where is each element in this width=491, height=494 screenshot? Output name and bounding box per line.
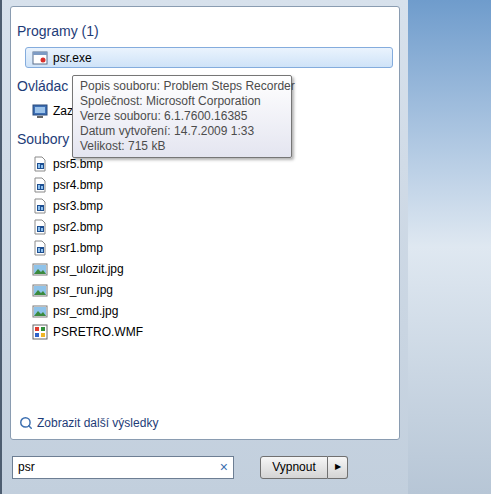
image-file-icon (32, 282, 48, 298)
shutdown-options-button[interactable]: ▶ (328, 456, 348, 479)
search-box[interactable]: psr× (12, 456, 234, 479)
more-results-link[interactable]: Zobrazit další výsledky (17, 413, 393, 433)
tooltip-line: Datum vytvoření: 14.7.2009 1:33 (80, 124, 284, 139)
shutdown-button[interactable]: Vypnout (260, 456, 328, 479)
result-item[interactable]: psr4.bmp (25, 174, 393, 195)
result-item[interactable]: psr_cmd.jpg (25, 300, 393, 321)
section-header: Programy (1) (17, 21, 393, 41)
clear-button[interactable]: × (220, 460, 228, 474)
tooltip-line: Společnost: Microsoft Corporation (80, 94, 284, 109)
file-tooltip: Popis souboru: Problem Steps RecorderSpo… (72, 75, 292, 158)
image-file-icon (32, 261, 48, 277)
search-icon (19, 416, 33, 430)
result-item[interactable]: psr2.bmp (25, 216, 393, 237)
bottom-bar: psr× Vypnout▶ (10, 440, 400, 494)
result-item[interactable]: psr3.bmp (25, 195, 393, 216)
tooltip-line: Verze souboru: 6.1.7600.16385 (80, 109, 284, 124)
tooltip-line: Velikost: 715 kB (80, 139, 284, 154)
screen: Programy (1)psr.exeOvládacZaznSouborypsr… (0, 0, 491, 494)
result-item[interactable]: psr_ulozit.jpg (25, 258, 393, 279)
shutdown-group: Vypnout▶ (260, 456, 348, 479)
metafile-icon (32, 324, 48, 340)
control-panel-icon (32, 103, 48, 119)
tooltip-line: Popis souboru: Problem Steps Recorder (80, 79, 284, 94)
bitmap-file-icon (32, 219, 48, 235)
bitmap-file-icon (32, 177, 48, 193)
result-item[interactable]: PSRETRO.WMF (25, 321, 393, 342)
bitmap-file-icon (32, 240, 48, 256)
result-item[interactable]: psr_run.jpg (25, 279, 393, 300)
bitmap-file-icon (32, 156, 48, 172)
result-section: Programy (1) psr.exe (17, 21, 393, 68)
results-panel: Programy (1)psr.exeOvládacZaznSouborypsr… (10, 6, 400, 440)
desktop-background (408, 0, 491, 494)
result-item[interactable]: psr.exe (25, 47, 393, 68)
result-item[interactable]: psr1.bmp (25, 237, 393, 258)
program-icon (32, 50, 48, 66)
image-file-icon (32, 303, 48, 319)
bitmap-file-icon (32, 198, 48, 214)
